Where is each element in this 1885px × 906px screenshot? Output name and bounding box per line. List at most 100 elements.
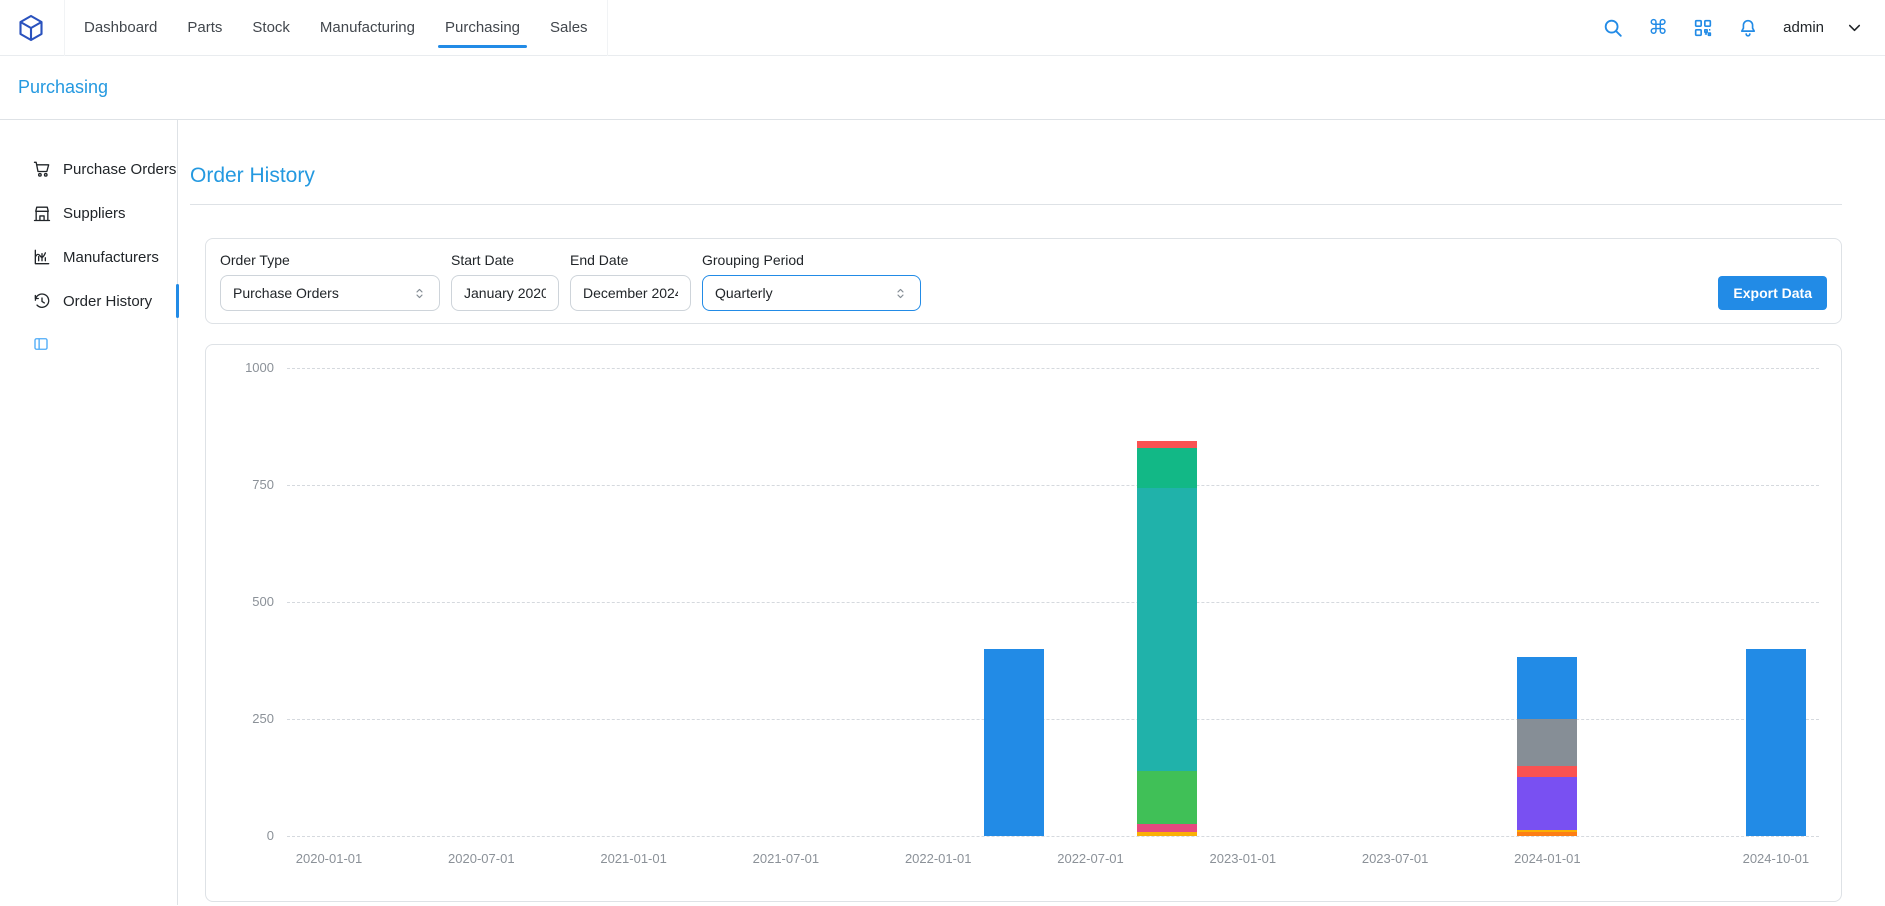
x-axis-tick-label: 2021-01-01 [568,851,700,866]
qr-code-icon [1692,17,1714,39]
bar-segment[interactable] [1517,777,1577,830]
tab-parts[interactable]: Parts [172,0,237,56]
app-body: Purchase Orders Suppliers Manufacturers [0,120,1885,905]
tab-sales[interactable]: Sales [535,0,603,56]
end-date-label: End Date [570,252,691,268]
gridline [287,368,1819,369]
command-icon: ⌘ [1648,18,1668,38]
gridline [287,719,1819,720]
navbar-actions: ⌘ admin [1601,16,1865,40]
bar-segment[interactable] [1517,719,1577,767]
sidebar-item-purchase-orders[interactable]: Purchase Orders [0,147,177,191]
x-axis-tick-label: 2020-07-01 [415,851,547,866]
inventree-logo-icon [16,13,46,43]
chevron-updown-icon [412,286,427,301]
x-axis-tick-label: 2023-07-01 [1329,851,1461,866]
bar-segment[interactable] [1137,448,1197,489]
tab-purchasing[interactable]: Purchasing [430,0,535,56]
sidebar-item-label: Purchase Orders [63,161,176,178]
export-data-button[interactable]: Export Data [1718,276,1827,310]
breadcrumb: Purchasing [0,56,1885,120]
y-axis-tick-label: 250 [224,711,274,726]
grouping-period-label: Grouping Period [702,252,921,268]
gridline [287,836,1819,837]
sidebar-item-label: Manufacturers [63,249,159,266]
panel-left-icon [32,335,50,353]
start-date-label: Start Date [451,252,559,268]
notifications-button[interactable] [1736,16,1760,40]
bar-segment[interactable] [984,649,1044,836]
y-axis-tick-label: 500 [224,594,274,609]
sidebar-item-label: Order History [63,293,152,310]
chevron-down-icon [1845,18,1864,37]
bar-segment[interactable] [1137,488,1197,771]
top-navbar: Dashboard Parts Stock Manufacturing Purc… [0,0,1885,56]
bell-icon [1737,17,1759,39]
bar-segment[interactable] [1137,441,1197,447]
order-type-value: Purchase Orders [233,285,339,301]
sidebar-item-order-history[interactable]: Order History [0,279,177,323]
order-type-select[interactable]: Purchase Orders [220,275,440,311]
search-button[interactable] [1601,16,1625,40]
order-type-label: Order Type [220,252,440,268]
x-axis-tick-label: 2021-07-01 [720,851,852,866]
chevron-updown-icon [893,286,908,301]
sidebar-item-label: Suppliers [63,205,126,222]
tab-label: Parts [187,19,222,36]
search-icon [1602,17,1624,39]
grouping-period-group: Grouping Period Quarterly [702,252,921,311]
start-date-input[interactable] [451,275,559,311]
y-axis-tick-label: 750 [224,477,274,492]
chart-card: 025050075010002020-01-012020-07-012021-0… [205,344,1842,902]
user-menu-button[interactable] [1845,18,1865,38]
bar-segment[interactable] [1137,832,1197,836]
tab-manufacturing[interactable]: Manufacturing [305,0,430,56]
x-axis-tick-label: 2024-01-01 [1481,851,1613,866]
tab-label: Purchasing [445,19,520,36]
tab-label: Sales [550,19,588,36]
bar-segment[interactable] [1746,649,1806,836]
barcode-scan-button[interactable] [1691,16,1715,40]
shopping-cart-icon [32,159,52,179]
filter-card: Order Type Purchase Orders Start Date [205,238,1842,324]
order-type-group: Order Type Purchase Orders [220,252,440,311]
end-date-group: End Date [570,252,691,311]
x-axis-tick-label: 2022-07-01 [1024,851,1156,866]
grouping-period-select[interactable]: Quarterly [702,275,921,311]
end-date-input[interactable] [570,275,691,311]
sidebar-item-manufacturers[interactable]: Manufacturers [0,235,177,279]
gridline [287,602,1819,603]
bar-segment[interactable] [1517,830,1577,832]
tab-dashboard[interactable]: Dashboard [69,0,172,56]
purchasing-sidebar: Purchase Orders Suppliers Manufacturers [0,120,178,905]
bar-segment[interactable] [1517,766,1577,777]
y-axis-tick-label: 1000 [224,360,274,375]
sidebar-item-suppliers[interactable]: Suppliers [0,191,177,235]
chart-histogram-icon [32,247,52,267]
bar-segment[interactable] [1137,824,1197,832]
username-label: admin [1783,19,1824,36]
page-title: Order History [190,164,1842,188]
bar-segment[interactable] [1137,771,1197,824]
title-divider [190,204,1842,205]
grouping-period-value: Quarterly [715,285,773,301]
tab-label: Manufacturing [320,19,415,36]
order-history-chart: 025050075010002020-01-012020-07-012021-0… [206,345,1841,901]
x-axis-tick-label: 2024-10-01 [1710,851,1842,866]
history-icon [32,291,52,311]
command-palette-button[interactable]: ⌘ [1646,16,1670,40]
x-axis-tick-label: 2022-01-01 [872,851,1004,866]
breadcrumb-item-purchasing[interactable]: Purchasing [18,77,108,98]
bar-segment[interactable] [1517,832,1577,836]
tab-label: Dashboard [84,19,157,36]
tab-label: Stock [252,19,290,36]
building-store-icon [32,203,52,223]
x-axis-tick-label: 2020-01-01 [263,851,395,866]
bar-segment[interactable] [1517,657,1577,718]
start-date-group: Start Date [451,252,559,311]
sidebar-collapse-button[interactable] [32,335,50,353]
tab-stock[interactable]: Stock [237,0,305,56]
main-nav-tabs: Dashboard Parts Stock Manufacturing Purc… [64,0,608,56]
x-axis-tick-label: 2023-01-01 [1177,851,1309,866]
home-logo-button[interactable] [14,11,48,45]
